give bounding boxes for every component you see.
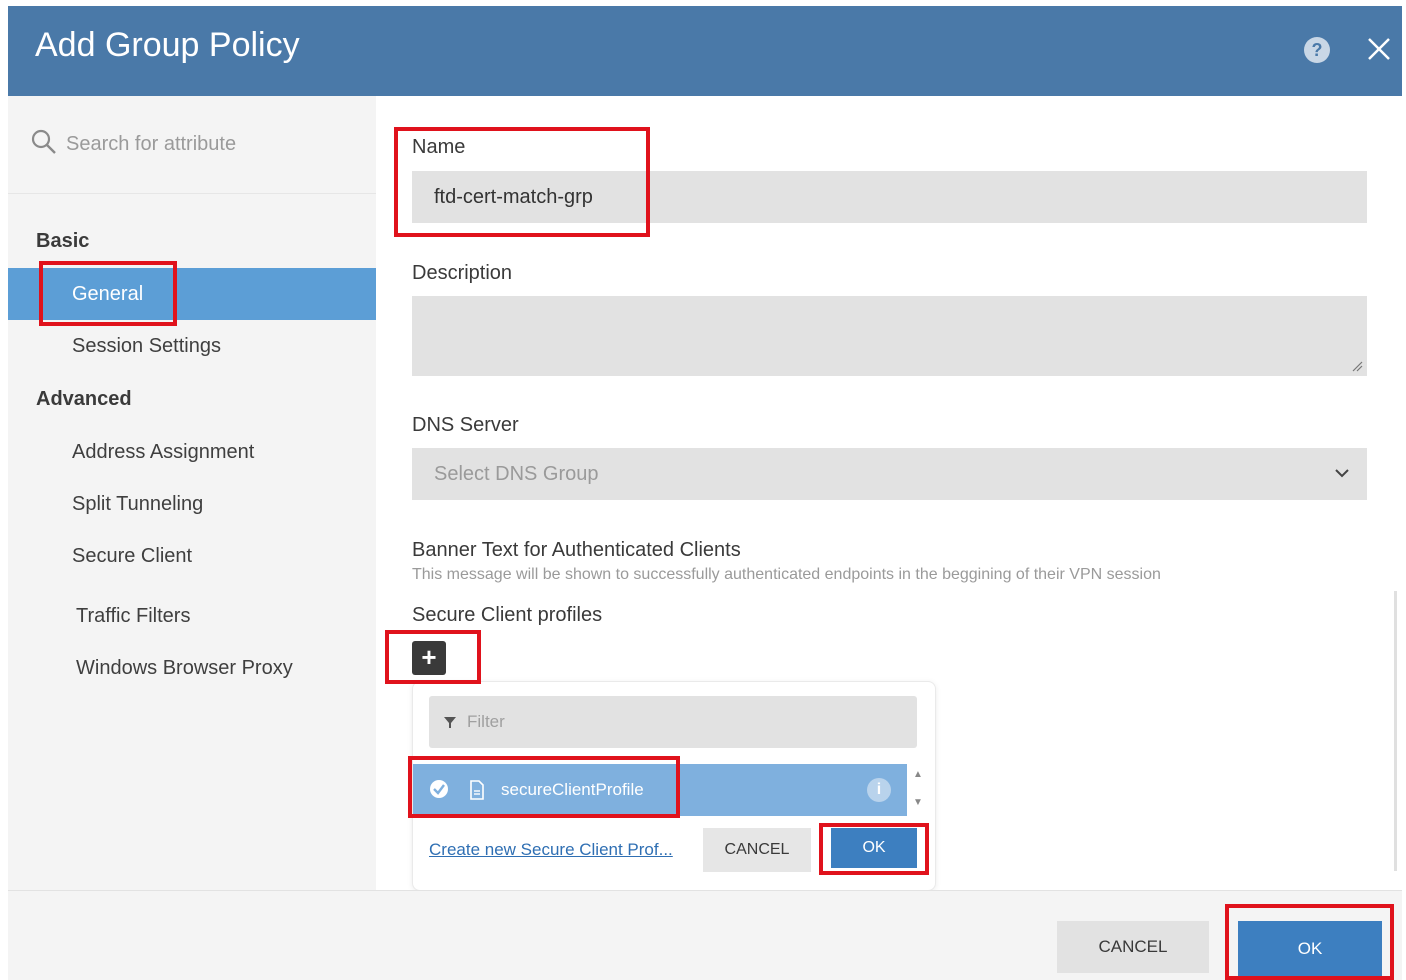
filter-placeholder: Filter [467,712,505,731]
ok-button[interactable]: OK [1238,921,1382,977]
sidebar-item-secure-client[interactable]: Secure Client [8,530,376,582]
sidebar-item-split-tunneling[interactable]: Split Tunneling [8,478,376,530]
dialog-footer: CANCEL OK [8,890,1402,980]
info-icon[interactable]: i [867,778,891,802]
search-input[interactable] [66,130,356,158]
profile-picker-popup: Filter secureClientProfile i ▲ ▼ Create n… [412,681,936,891]
sidebar-section-basic: Basic [36,230,90,252]
sidebar-section-advanced: Advanced [36,388,132,410]
dns-server-label: DNS Server [412,414,519,436]
main-form: Name ftd-cert-match-grp Description DNS … [376,96,1402,891]
sidebar-item-session-settings[interactable]: Session Settings [8,320,376,372]
resize-handle-icon[interactable] [1351,360,1363,372]
close-icon[interactable] [1364,34,1394,64]
secure-client-profiles-label: Secure Client profiles [412,604,603,626]
dns-server-placeholder: Select DNS Group [434,463,599,485]
dialog-header: Add Group Policy ? [8,6,1402,96]
form-scrollbar[interactable] [1394,591,1397,871]
attribute-search [8,96,376,194]
profile-filter-input[interactable]: Filter [429,696,917,748]
name-field[interactable]: ftd-cert-match-grp [412,171,1367,223]
help-icon[interactable]: ? [1304,37,1330,63]
sidebar: Basic General Session Settings Advanced … [8,96,376,890]
name-label: Name [412,136,466,158]
file-icon [470,780,484,800]
add-profile-button[interactable]: + [412,641,446,675]
popup-ok-button[interactable]: OK [831,828,917,868]
popup-cancel-button[interactable]: CANCEL [703,828,811,872]
sidebar-item-windows-browser-proxy[interactable]: Windows Browser Proxy [8,642,376,694]
sidebar-item-traffic-filters[interactable]: Traffic Filters [8,590,376,642]
dialog-title: Add Group Policy [35,26,300,64]
profile-list-item[interactable]: secureClientProfile i [413,764,907,816]
sidebar-item-general[interactable]: General [8,268,376,320]
search-icon [31,129,56,154]
dns-server-select[interactable]: Select DNS Group [412,448,1367,500]
description-label: Description [412,262,513,284]
profile-name: secureClientProfile [501,780,644,799]
create-profile-link[interactable]: Create new Secure Client Prof... [429,840,673,860]
banner-text-hint: This message will be shown to successful… [412,566,1161,583]
check-circle-icon[interactable] [429,779,449,799]
sidebar-item-address-assignment[interactable]: Address Assignment [8,426,376,478]
cancel-button[interactable]: CANCEL [1057,921,1209,973]
description-field[interactable] [412,296,1367,376]
list-scroll-arrows[interactable]: ▲ ▼ [911,768,925,812]
add-group-policy-dialog: Add Group Policy ? Basic General Session… [8,6,1402,980]
filter-icon [444,717,456,728]
chevron-down-icon [1335,469,1349,478]
banner-text-label: Banner Text for Authenticated Clients [412,539,741,561]
